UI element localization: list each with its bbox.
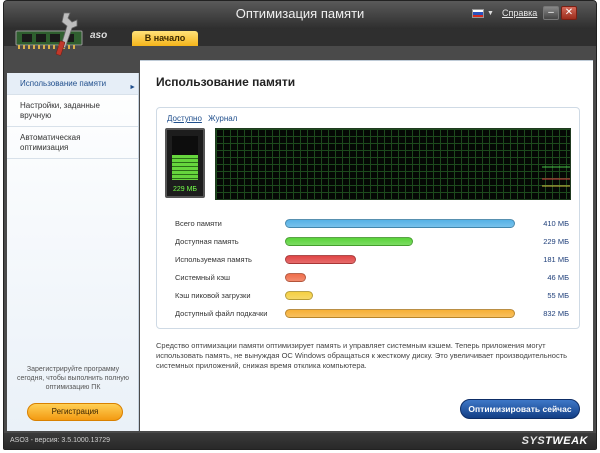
stat-label: Всего памяти bbox=[175, 219, 222, 228]
stat-value: 229 МБ bbox=[543, 237, 569, 246]
stat-bar bbox=[285, 309, 515, 318]
stat-track bbox=[285, 219, 515, 228]
register-button[interactable]: Регистрация bbox=[27, 403, 123, 421]
stat-track bbox=[285, 309, 515, 318]
meter-fill bbox=[172, 155, 198, 180]
stat-row-available: Доступная память 229 МБ bbox=[175, 236, 569, 248]
stat-bar bbox=[285, 219, 515, 228]
stat-row-peak-cache: Кэш пиковой загрузки 55 МБ bbox=[175, 290, 569, 302]
stat-row-total: Всего памяти 410 МБ bbox=[175, 218, 569, 230]
stat-row-page-file: Доступный файл подкачки 832 МБ bbox=[175, 308, 569, 320]
graph-lines bbox=[542, 166, 570, 187]
tab-strip: aso В начало bbox=[4, 29, 596, 46]
main-content: Использование памяти Доступно Журнал 229… bbox=[140, 60, 593, 431]
sidebar-item-auto-optimization[interactable]: Автоматическая оптимизация bbox=[7, 127, 138, 159]
chevron-right-icon: ► bbox=[129, 84, 136, 91]
status-bar: ASO3 - версия: 3.5.1000.13729 SYSTWEAK bbox=[4, 433, 596, 449]
stat-bar bbox=[285, 237, 414, 246]
stat-track bbox=[285, 291, 515, 300]
brand-part: TWEAK bbox=[545, 435, 588, 447]
meter-label: 229 МБ bbox=[172, 186, 198, 193]
sidebar-item-label: Настройки, заданные вручную bbox=[20, 101, 100, 120]
registration-promo-text: Зарегистрируйте программу сегодня, чтобы… bbox=[17, 366, 129, 391]
stat-value: 181 МБ bbox=[543, 255, 569, 264]
tab-history[interactable]: Журнал bbox=[208, 114, 237, 123]
stat-value: 46 МБ bbox=[547, 273, 569, 282]
version-text: ASO3 - версия: 3.5.1000.13729 bbox=[10, 437, 111, 444]
app-logo-text: aso bbox=[90, 30, 108, 41]
memory-panel: Доступно Журнал 229 МБ Всего памяти 410 … bbox=[156, 107, 580, 329]
sidebar-item-manual-settings[interactable]: Настройки, заданные вручную bbox=[7, 95, 138, 127]
tab-available[interactable]: Доступно bbox=[167, 114, 202, 123]
memory-chip-wrench-icon bbox=[15, 12, 83, 56]
sidebar: Использование памяти ► Настройки, заданн… bbox=[7, 73, 139, 431]
chevron-down-icon[interactable]: ▼ bbox=[487, 10, 494, 17]
close-button[interactable]: ✕ bbox=[561, 6, 577, 20]
language-flag-icon[interactable] bbox=[472, 9, 484, 18]
stat-label: Используемая память bbox=[175, 255, 252, 264]
stat-label: Системный кэш bbox=[175, 273, 231, 282]
memory-history-graph bbox=[215, 128, 571, 200]
stat-value: 410 МБ bbox=[543, 219, 569, 228]
stat-bar bbox=[285, 273, 306, 282]
description-text: Средство оптимизации памяти оптимизирует… bbox=[156, 341, 568, 370]
page-title: Использование памяти bbox=[156, 75, 296, 89]
systweak-logo: SYSTWEAK bbox=[522, 435, 588, 447]
tab-home[interactable]: В начало bbox=[132, 31, 198, 46]
sidebar-item-memory-usage[interactable]: Использование памяти ► bbox=[7, 73, 138, 95]
memory-meter: 229 МБ bbox=[165, 128, 205, 198]
sidebar-item-label: Использование памяти bbox=[20, 79, 107, 88]
stat-bar bbox=[285, 255, 357, 264]
flag-stripe bbox=[473, 14, 483, 17]
meter-track bbox=[172, 136, 198, 180]
sidebar-item-label: Автоматическая оптимизация bbox=[20, 133, 81, 152]
help-link[interactable]: Справка bbox=[502, 8, 537, 18]
title-bar: Оптимизация памяти ▼ Справка – ✕ bbox=[4, 1, 596, 29]
stat-label: Кэш пиковой загрузки bbox=[175, 291, 251, 300]
brand-part: SYS bbox=[521, 435, 546, 447]
stat-track bbox=[285, 273, 515, 282]
stat-bar bbox=[285, 291, 313, 300]
stat-row-used: Используемая память 181 МБ bbox=[175, 254, 569, 266]
panel-tabs: Доступно Журнал bbox=[167, 114, 241, 123]
stat-value: 55 МБ bbox=[547, 291, 569, 300]
stat-track bbox=[285, 255, 515, 264]
minimize-button[interactable]: – bbox=[543, 6, 559, 20]
stat-row-system-cache: Системный кэш 46 МБ bbox=[175, 272, 569, 284]
stat-value: 832 МБ bbox=[543, 309, 569, 318]
stat-label: Доступный файл подкачки bbox=[175, 309, 268, 318]
stat-track bbox=[285, 237, 515, 246]
stat-label: Доступная память bbox=[175, 237, 239, 246]
app-window: Оптимизация памяти ▼ Справка – ✕ aso В н… bbox=[3, 0, 597, 450]
optimize-now-button[interactable]: Оптимизировать сейчас bbox=[460, 399, 580, 419]
